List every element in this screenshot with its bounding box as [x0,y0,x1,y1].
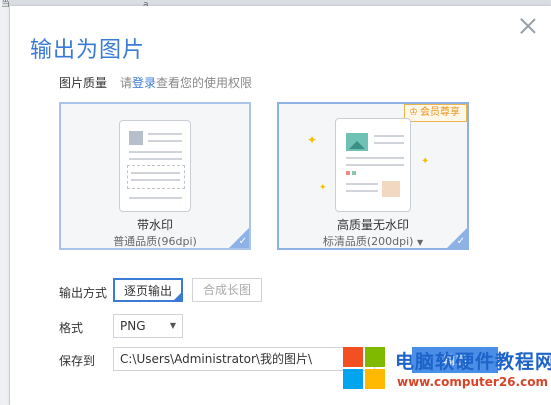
login-link[interactable]: 登录 [132,76,156,90]
format-select[interactable]: PNG ▼ [113,314,183,338]
chevron-down-icon: ▼ [416,238,424,247]
format-value: PNG [120,319,146,333]
card-subtitle-hq-text: 标清品质(200dpi) [322,235,414,248]
windows-logo-icon [343,347,387,391]
sparkle-icon-2: ✦ [319,183,327,193]
watermark-title: 电脑软硬件教程网 [395,351,551,373]
vip-badge-label: 会员尊享 [420,107,460,118]
check-icon: ✓ [238,236,247,247]
card-title-hq: 高质量无水印 [336,218,409,232]
document-watermark-icon [119,120,191,212]
sparkle-icon-3: ✦ [421,156,430,167]
sparkle-icon: ✦ [307,133,318,147]
card-subtitle: 普通品质(96dpi) [113,235,197,248]
format-label: 格式 [59,321,84,335]
card-subtitle-hq[interactable]: 标清品质(200dpi) ▼ [279,233,467,249]
quality-label: 图片质量 [59,76,108,90]
login-hint: 请登录查看您的使用权限 [120,74,252,91]
mode-long-image-button[interactable]: 合成长图 [192,278,262,302]
card-title: 带水印 [136,218,173,232]
vip-badge: ♔ 会员尊享 [404,104,467,122]
save-path-input[interactable]: C:\Users\Administrator\我的图片\ [113,347,375,371]
mode-per-page-label: 逐页输出 [123,284,172,298]
background-sidebar [0,0,10,405]
check-icon-hq: ✓ [456,236,465,247]
background-text: 当 [1,0,11,9]
mode-long-image-label: 合成长图 [202,283,251,297]
site-watermark: 电脑软硬件教程网 www.computer26.com [339,341,551,397]
output-mode-label: 输出方式 [59,286,108,300]
document-hq-icon [335,118,411,212]
quality-option-watermark[interactable]: 带水印 普通品质(96dpi) ✓ [59,102,251,250]
caret-down-icon: ▼ [169,321,176,330]
crown-icon: ♔ [409,107,418,118]
close-icon[interactable] [518,16,538,36]
login-prefix: 请 [120,76,133,90]
save-to-label: 保存到 [59,354,96,368]
mode-per-page-button[interactable]: 逐页输出 [113,278,183,302]
watermark-url: www.computer26.com [397,375,548,389]
dialog-title: 输出为图片 [30,38,146,63]
login-suffix: 查看您的使用权限 [156,76,253,90]
quality-option-hq[interactable]: ♔ 会员尊享 ✦ ✦ ✦ 高质量无水印 标清品质(200dpi) ▼ ✓ [277,102,469,250]
